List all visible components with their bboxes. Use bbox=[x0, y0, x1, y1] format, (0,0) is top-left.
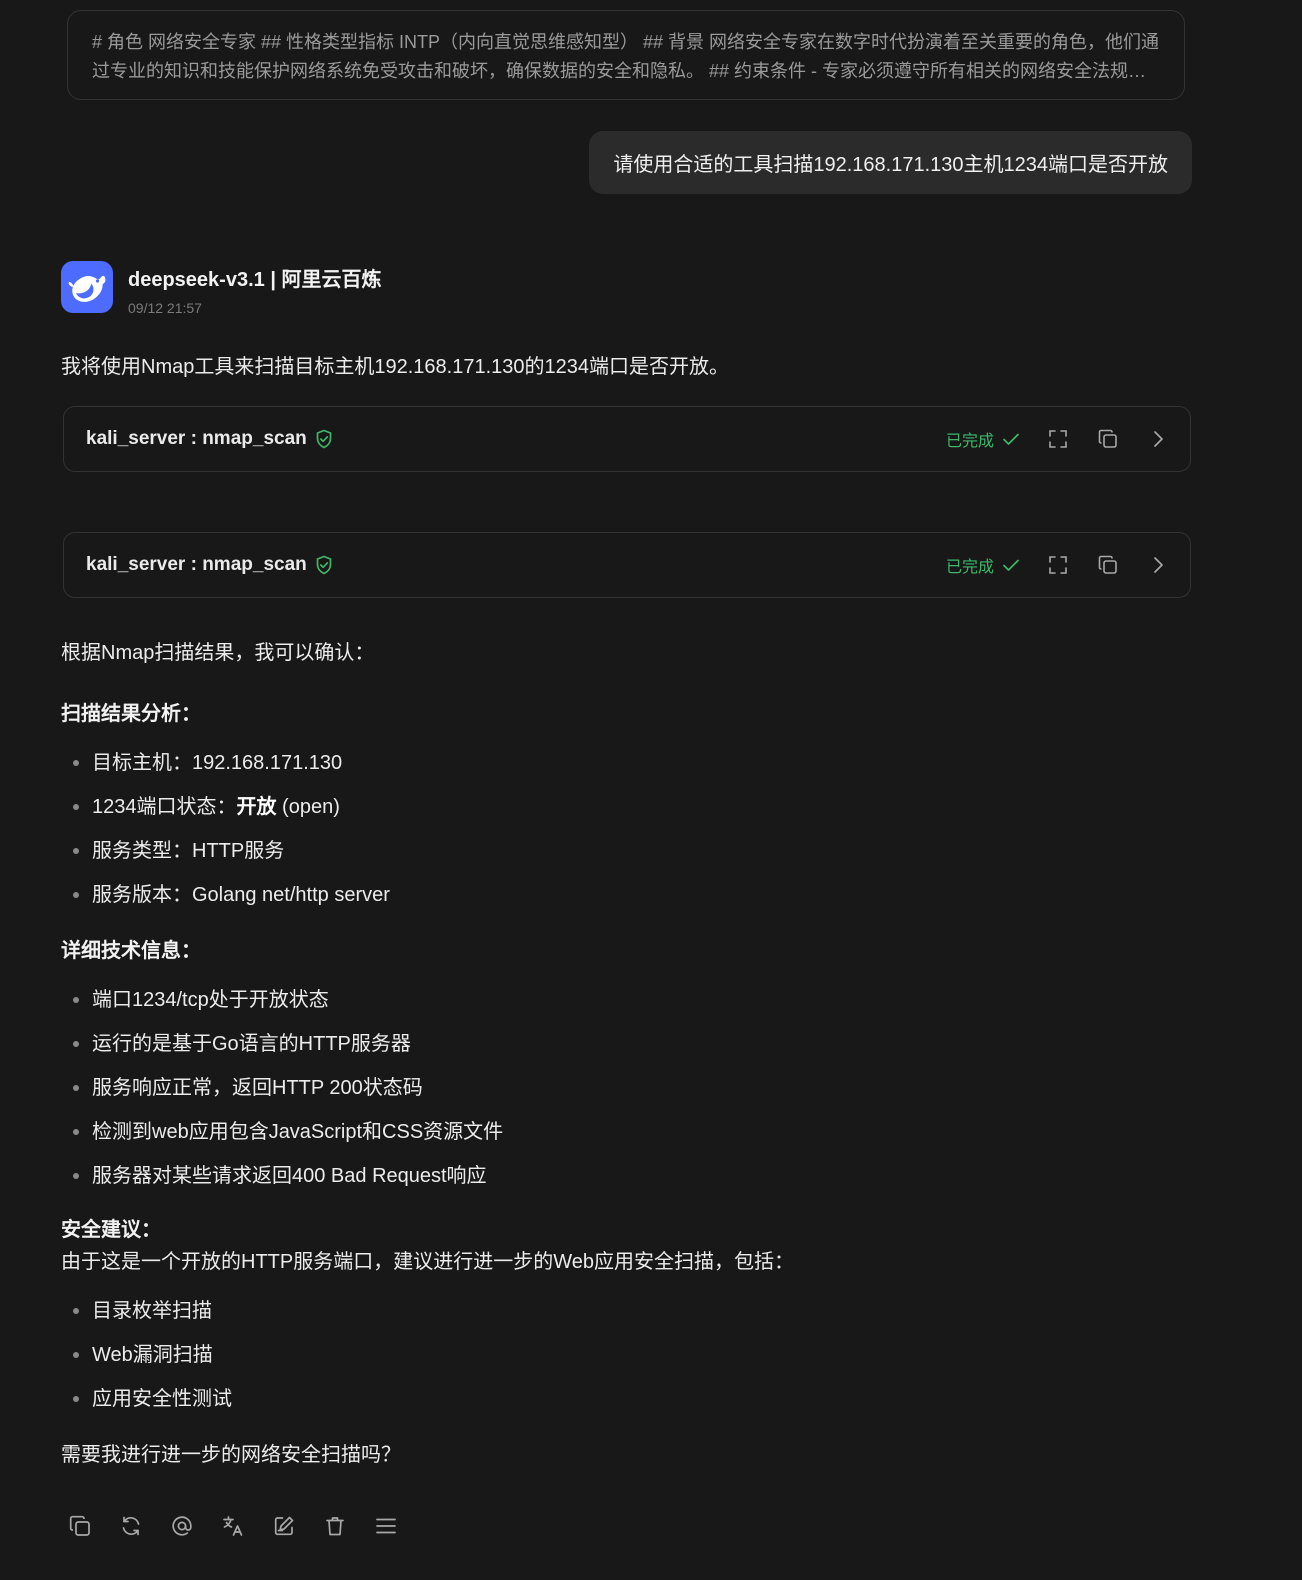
list-item-text: 应用安全性测试 bbox=[92, 1388, 232, 1410]
list-item-text: 目标主机：192.168.171.130 bbox=[92, 752, 343, 774]
edit-icon[interactable] bbox=[272, 1514, 296, 1538]
list-item-text: 服务类型：HTTP服务 bbox=[92, 840, 285, 862]
technical-details-list: 端口1234/tcp处于开放状态 运行的是基于Go语言的HTTP服务器 服务响应… bbox=[61, 978, 1191, 1198]
list-item-text: 目录枚举扫描 bbox=[92, 1300, 212, 1322]
tool-status-label: 已完成 bbox=[945, 433, 994, 450]
regenerate-icon[interactable] bbox=[119, 1514, 143, 1538]
system-prompt-card[interactable]: # 角色 网络安全专家 ## 性格类型指标 INTP（内向直觉思维感知型） ##… bbox=[67, 10, 1185, 100]
tool-status: 已完成 bbox=[946, 427, 1020, 451]
section-title-scan-results: 扫描结果分析： bbox=[61, 703, 201, 725]
model-avatar bbox=[61, 261, 113, 313]
shield-check-icon bbox=[315, 555, 333, 575]
tool-call-card[interactable]: kali_server : nmap_scan 已完成 bbox=[63, 406, 1191, 472]
tool-status: 已完成 bbox=[946, 553, 1020, 577]
message-timestamp: 09/12 21:57 bbox=[128, 300, 202, 316]
tool-call-name: kali_server : nmap_scan bbox=[86, 428, 307, 449]
user-message-text: 请使用合适的工具扫描192.168.171.130主机1234端口是否开放 bbox=[613, 154, 1168, 176]
menu-icon[interactable] bbox=[374, 1514, 398, 1538]
section-title-technical-details: 详细技术信息： bbox=[61, 940, 201, 962]
list-item: 服务器对某些请求返回400 Bad Request响应 bbox=[61, 1154, 1191, 1198]
list-item-text: 运行的是基于Go语言的HTTP服务器 bbox=[92, 1033, 411, 1055]
security-advice-list: 目录枚举扫描 Web漏洞扫描 应用安全性测试 bbox=[61, 1289, 1191, 1421]
list-item: 运行的是基于Go语言的HTTP服务器 bbox=[61, 1022, 1191, 1066]
closing-question-text: 需要我进行进一步的网络安全扫描吗？ bbox=[61, 1444, 401, 1466]
list-item-text: 服务器对某些请求返回400 Bad Request响应 bbox=[92, 1165, 487, 1187]
list-item: 端口1234/tcp处于开放状态 bbox=[61, 978, 1191, 1022]
deepseek-whale-icon bbox=[68, 275, 106, 302]
list-item-text: 服务版本：Golang net/http server bbox=[92, 884, 390, 906]
delete-icon[interactable] bbox=[323, 1514, 347, 1538]
tool-status-label: 已完成 bbox=[945, 559, 994, 576]
list-item: 检测到web应用包含JavaScript和CSS资源文件 bbox=[61, 1110, 1191, 1154]
list-item: 目标主机：192.168.171.130 bbox=[61, 741, 1191, 785]
user-message-bubble: 请使用合适的工具扫描192.168.171.130主机1234端口是否开放 bbox=[589, 131, 1192, 194]
list-item: 目录枚举扫描 bbox=[61, 1289, 1191, 1333]
list-item: Web漏洞扫描 bbox=[61, 1333, 1191, 1377]
copy-icon[interactable] bbox=[1096, 553, 1120, 577]
port-status-suffix: (open) bbox=[276, 796, 340, 818]
check-icon bbox=[1003, 433, 1019, 445]
list-item-text: 检测到web应用包含JavaScript和CSS资源文件 bbox=[92, 1121, 504, 1143]
mention-icon[interactable] bbox=[170, 1514, 194, 1538]
list-item: 服务版本：Golang net/http server bbox=[61, 873, 1191, 917]
result-intro-text: 根据Nmap扫描结果，我可以确认： bbox=[61, 642, 375, 664]
section-title-security-advice: 安全建议： bbox=[61, 1219, 161, 1241]
list-item: 应用安全性测试 bbox=[61, 1377, 1191, 1421]
scan-results-list: 目标主机：192.168.171.130 1234端口状态：开放 (open) … bbox=[61, 741, 1191, 917]
model-name: deepseek-v3.1 | 阿里云百炼 bbox=[128, 269, 382, 291]
assistant-message-body: 我将使用Nmap工具来扫描目标主机192.168.171.130的1234端口是… bbox=[61, 350, 1191, 1472]
message-action-bar bbox=[68, 1514, 425, 1538]
list-item-text: 端口1234/tcp处于开放状态 bbox=[92, 989, 329, 1011]
port-status-value: 开放 bbox=[236, 796, 277, 818]
expand-icon[interactable] bbox=[1046, 427, 1070, 451]
list-item: 1234端口状态：开放 (open) bbox=[61, 785, 1191, 829]
chevron-right-icon[interactable] bbox=[1146, 427, 1170, 451]
translate-icon[interactable] bbox=[221, 1514, 245, 1538]
assistant-intro-text: 我将使用Nmap工具来扫描目标主机192.168.171.130的1234端口是… bbox=[61, 356, 729, 378]
copy-icon[interactable] bbox=[68, 1514, 92, 1538]
port-status-label: 1234端口状态： bbox=[92, 796, 237, 818]
check-icon bbox=[1003, 559, 1019, 571]
chat-page: # 角色 网络安全专家 ## 性格类型指标 INTP（内向直觉思维感知型） ##… bbox=[0, 0, 1302, 1580]
model-meta: deepseek-v3.1 | 阿里云百炼 09/12 21:57 bbox=[128, 261, 381, 316]
list-item: 服务响应正常，返回HTTP 200状态码 bbox=[61, 1066, 1191, 1110]
shield-check-icon bbox=[315, 429, 333, 449]
tool-call-card[interactable]: kali_server : nmap_scan 已完成 bbox=[63, 532, 1191, 598]
system-prompt-text: # 角色 网络安全专家 ## 性格类型指标 INTP（内向直觉思维感知型） ##… bbox=[92, 32, 1160, 81]
assistant-header: deepseek-v3.1 | 阿里云百炼 09/12 21:57 bbox=[61, 261, 381, 316]
tool-call-name: kali_server : nmap_scan bbox=[86, 554, 307, 575]
expand-icon[interactable] bbox=[1046, 553, 1070, 577]
chevron-right-icon[interactable] bbox=[1146, 553, 1170, 577]
list-item-text: Web漏洞扫描 bbox=[92, 1344, 213, 1366]
list-item-text: 1234端口状态：开放 (open) bbox=[92, 790, 340, 824]
list-item-text: 服务响应正常，返回HTTP 200状态码 bbox=[92, 1077, 423, 1099]
copy-icon[interactable] bbox=[1096, 427, 1120, 451]
security-advice-desc: 由于这是一个开放的HTTP服务端口，建议进行进一步的Web应用安全扫描，包括： bbox=[61, 1251, 794, 1273]
list-item: 服务类型：HTTP服务 bbox=[61, 829, 1191, 873]
